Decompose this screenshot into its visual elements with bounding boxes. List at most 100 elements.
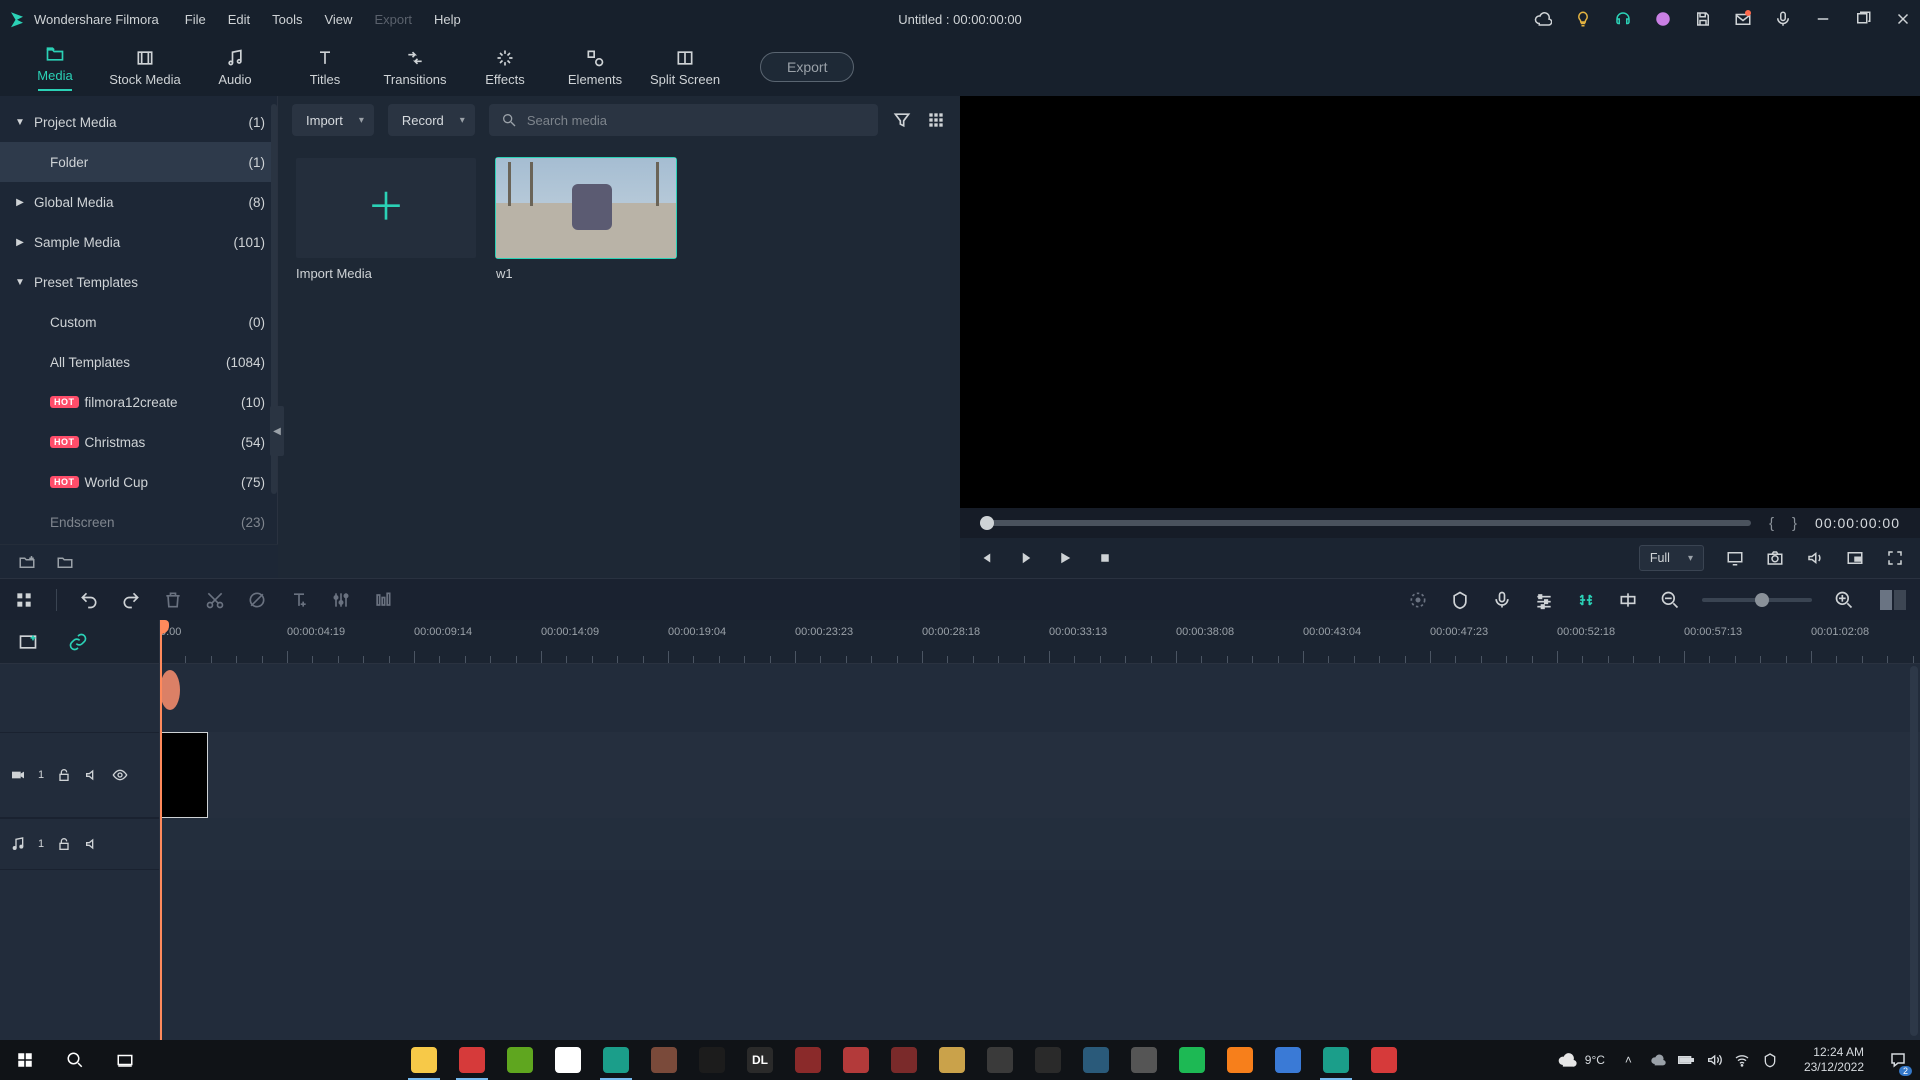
menu-tools[interactable]: Tools bbox=[272, 12, 302, 27]
mixer-icon[interactable] bbox=[373, 590, 393, 610]
render-icon[interactable] bbox=[1408, 590, 1428, 610]
apps-icon[interactable] bbox=[14, 590, 34, 610]
taskbar-app[interactable] bbox=[640, 1040, 688, 1080]
pip-icon[interactable] bbox=[1846, 549, 1864, 567]
preview-scrubber[interactable] bbox=[980, 520, 1751, 526]
mark-out-icon[interactable]: } bbox=[1792, 515, 1797, 532]
search-button[interactable] bbox=[50, 1040, 100, 1080]
system-tray[interactable] bbox=[1642, 1052, 1786, 1068]
sidebar-item-endscreen[interactable]: Endscreen(23) bbox=[0, 502, 277, 542]
taskbar-app[interactable] bbox=[496, 1040, 544, 1080]
tab-effects[interactable]: Effects bbox=[460, 48, 550, 87]
sidebar-item-filmora12create[interactable]: HOTfilmora12create(10) bbox=[0, 382, 277, 422]
menu-help[interactable]: Help bbox=[434, 12, 461, 27]
tab-media[interactable]: Media bbox=[10, 44, 100, 91]
taskbar-app[interactable] bbox=[784, 1040, 832, 1080]
task-view-button[interactable] bbox=[100, 1040, 150, 1080]
tab-stock-media[interactable]: Stock Media bbox=[100, 48, 190, 87]
voiceover-icon[interactable] bbox=[1492, 590, 1512, 610]
save-icon[interactable] bbox=[1694, 10, 1712, 28]
export-button[interactable]: Export bbox=[760, 52, 854, 82]
text-tool-icon[interactable] bbox=[289, 590, 309, 610]
taskbar-app[interactable] bbox=[880, 1040, 928, 1080]
volume-tray-icon[interactable] bbox=[1706, 1052, 1722, 1068]
undo-icon[interactable] bbox=[79, 590, 99, 610]
snap-icon[interactable] bbox=[1618, 590, 1638, 610]
taskbar-app[interactable]: DL bbox=[736, 1040, 784, 1080]
timeline-clip[interactable] bbox=[160, 732, 208, 818]
link-icon[interactable] bbox=[68, 632, 88, 652]
menu-edit[interactable]: Edit bbox=[228, 12, 250, 27]
volume-icon[interactable] bbox=[1806, 549, 1824, 567]
audio-track-header[interactable]: 1 bbox=[0, 818, 159, 870]
media-search[interactable] bbox=[489, 104, 878, 136]
display-icon[interactable] bbox=[1726, 549, 1744, 567]
tab-titles[interactable]: Titles bbox=[280, 48, 370, 87]
account-icon[interactable] bbox=[1654, 10, 1672, 28]
taskbar-app[interactable] bbox=[1216, 1040, 1264, 1080]
play-start-icon[interactable] bbox=[1016, 549, 1034, 567]
close-icon[interactable] bbox=[1894, 10, 1912, 28]
sidebar-item-christmas[interactable]: HOTChristmas(54) bbox=[0, 422, 277, 462]
taskbar-app[interactable] bbox=[400, 1040, 448, 1080]
tab-audio[interactable]: Audio bbox=[190, 48, 280, 87]
mute-icon[interactable] bbox=[84, 767, 100, 783]
timeline-ruler[interactable]: 0:0000:00:04:1900:00:09:1400:00:14:0900:… bbox=[160, 620, 1920, 664]
playhead[interactable] bbox=[160, 620, 162, 1040]
taskbar-app[interactable] bbox=[976, 1040, 1024, 1080]
tab-split-screen[interactable]: Split Screen bbox=[640, 48, 730, 87]
sidebar-collapse-handle[interactable]: ◀ bbox=[270, 406, 284, 456]
marker-icon[interactable] bbox=[1450, 590, 1470, 610]
menu-view[interactable]: View bbox=[324, 12, 352, 27]
video-track-header[interactable]: 1 bbox=[0, 732, 159, 818]
support-icon[interactable] bbox=[1614, 10, 1632, 28]
sidebar-item-folder[interactable]: Folder(1) bbox=[0, 142, 277, 182]
zoom-out-icon[interactable] bbox=[1660, 590, 1680, 610]
tray-expand-icon[interactable]: ˄ bbox=[1625, 1053, 1632, 1067]
security-tray-icon[interactable] bbox=[1762, 1052, 1778, 1068]
taskbar-app[interactable] bbox=[688, 1040, 736, 1080]
start-button[interactable] bbox=[0, 1040, 50, 1080]
lock-icon[interactable] bbox=[56, 767, 72, 783]
zoom-slider[interactable] bbox=[1702, 598, 1812, 602]
sidebar-item-global-media[interactable]: ▶Global Media(8) bbox=[0, 182, 277, 222]
taskbar-app[interactable] bbox=[1360, 1040, 1408, 1080]
taskbar-app[interactable] bbox=[544, 1040, 592, 1080]
redo-icon[interactable] bbox=[121, 590, 141, 610]
delete-icon[interactable] bbox=[163, 590, 183, 610]
clip-marker[interactable] bbox=[160, 670, 180, 710]
import-media-card[interactable]: ＋ Import Media bbox=[296, 158, 476, 281]
cloud-icon[interactable] bbox=[1534, 10, 1552, 28]
taskbar-app[interactable] bbox=[448, 1040, 496, 1080]
visibility-icon[interactable] bbox=[112, 767, 128, 783]
maximize-icon[interactable] bbox=[1854, 10, 1872, 28]
media-search-input[interactable] bbox=[527, 113, 866, 128]
sidebar-item-project-media[interactable]: ▼Project Media(1) bbox=[0, 102, 277, 142]
messages-icon[interactable] bbox=[1734, 10, 1752, 28]
audio-mixer-icon[interactable] bbox=[1534, 590, 1554, 610]
menu-file[interactable]: File bbox=[185, 12, 206, 27]
stop-icon[interactable] bbox=[1096, 549, 1114, 567]
taskbar-app[interactable] bbox=[1312, 1040, 1360, 1080]
onedrive-tray-icon[interactable] bbox=[1650, 1052, 1666, 1068]
mark-in-icon[interactable]: { bbox=[1769, 515, 1774, 532]
import-dropdown[interactable]: Import▾ bbox=[292, 104, 374, 136]
mute-icon[interactable] bbox=[84, 836, 100, 852]
taskbar-app[interactable] bbox=[1264, 1040, 1312, 1080]
auto-ripple-icon[interactable] bbox=[1576, 590, 1596, 610]
track-manage-icon[interactable] bbox=[18, 632, 38, 652]
fullscreen-icon[interactable] bbox=[1886, 549, 1904, 567]
taskbar-app[interactable] bbox=[1072, 1040, 1120, 1080]
battery-tray-icon[interactable] bbox=[1678, 1054, 1694, 1066]
wifi-tray-icon[interactable] bbox=[1734, 1052, 1750, 1068]
media-clip-w1[interactable]: w1 bbox=[496, 158, 676, 281]
lock-icon[interactable] bbox=[56, 836, 72, 852]
sidebar-item-world-cup[interactable]: HOTWorld Cup(75) bbox=[0, 462, 277, 502]
menu-export[interactable]: Export bbox=[374, 12, 412, 27]
record-dropdown[interactable]: Record▾ bbox=[388, 104, 475, 136]
open-folder-icon[interactable] bbox=[56, 553, 74, 571]
minimize-icon[interactable] bbox=[1814, 10, 1832, 28]
sidebar-item-preset-templates[interactable]: ▼Preset Templates bbox=[0, 262, 277, 302]
cut-icon[interactable] bbox=[205, 590, 225, 610]
idea-icon[interactable] bbox=[1574, 10, 1592, 28]
